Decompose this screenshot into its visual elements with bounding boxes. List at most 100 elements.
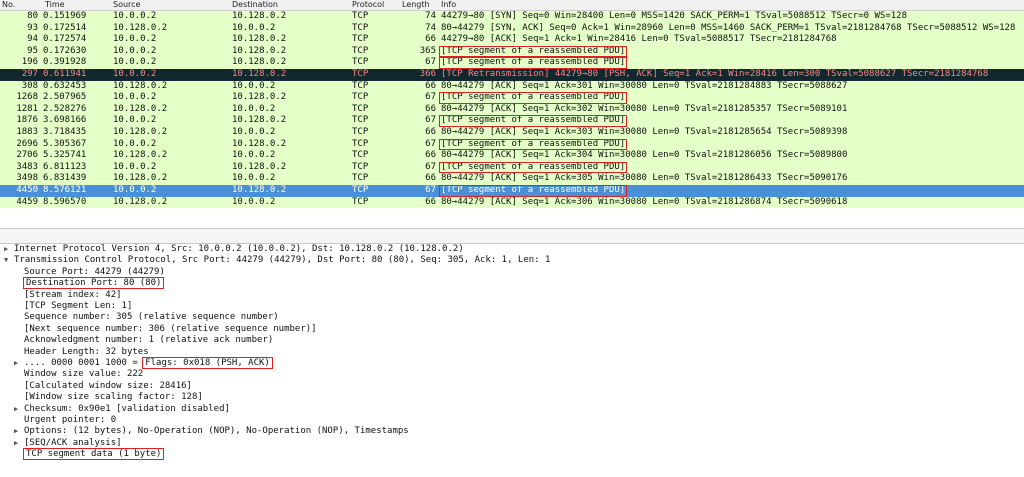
detail-text: Destination Port: 80 (80) xyxy=(22,277,165,290)
pane-divider[interactable] xyxy=(0,228,1024,244)
detail-text: Window size value: 222 xyxy=(24,369,144,380)
packet-destination: 10.0.0.2 xyxy=(232,80,276,91)
packet-row[interactable]: 3498 6.831439 10.128.0.2 10.0.0.2 TCP 66 80→44… xyxy=(0,173,1024,185)
packet-length: 67 xyxy=(425,115,436,126)
detail-text: [TCP Segment Len: 1] xyxy=(24,301,133,311)
collapsed-arrow-icon[interactable]: ▶ xyxy=(14,404,22,415)
detail-line[interactable]: ▶.... 0000 0001 1000 = Flags: 0x018 (PSH… xyxy=(14,357,273,369)
packet-source: 10.0.0.2 xyxy=(113,115,157,126)
detail-line[interactable]: TCP segment data (1 byte) xyxy=(14,448,165,461)
detail-line[interactable]: Sequence number: 305 (relative sequence … xyxy=(14,312,279,323)
detail-text: Sequence number: 305 (relative sequence … xyxy=(24,312,279,323)
collapsed-arrow-icon[interactable]: ▶ xyxy=(4,244,12,255)
packet-protocol: TCP xyxy=(352,196,369,207)
packet-row[interactable]: 2706 5.325741 10.128.0.2 10.0.0.2 TCP 66 80→44… xyxy=(0,150,1024,162)
detail-line[interactable]: Source Port: 44279 (44279) xyxy=(14,267,165,278)
column-header-no[interactable]: No. xyxy=(2,0,15,10)
detail-text: Checksum: 0x90e1 [validation disabled] xyxy=(24,403,230,414)
packet-protocol: TCP xyxy=(352,150,369,161)
detail-text: Header Length: 32 bytes xyxy=(24,346,149,357)
packet-source: 10.0.0.2 xyxy=(113,161,157,172)
packet-row[interactable]: 308 0.632453 10.128.0.2 10.0.0.2 TCP 66 80→442… xyxy=(0,80,1024,93)
packet-row[interactable]: 4459 8.596570 10.128.0.2 10.0.0.2 TCP 66 80→44… xyxy=(0,196,1024,209)
detail-line[interactable]: ▼ Transmission Control Protocol, Src Port… xyxy=(4,255,550,266)
packet-row[interactable]: 1883 3.718435 10.128.0.2 10.0.0.2 TCP 66 80→44… xyxy=(0,127,1024,139)
detail-line[interactable]: ▶ Internet Protocol Version 4, Src: 10.0.… xyxy=(4,244,464,255)
collapsed-arrow-icon[interactable]: ▶ xyxy=(14,358,22,369)
packet-row[interactable]: 80 0.151969 10.0.0.2 10.128.0.2 TCP 74 44279→8… xyxy=(0,11,1024,23)
detail-line[interactable]: [Stream index: 42] xyxy=(14,290,122,301)
packet-info: [TCP segment of a reassembled PDU] xyxy=(439,138,628,151)
detail-text: .... 0000 0001 1000 = Flags: 0x018 (PSH,… xyxy=(24,357,273,369)
packet-row[interactable]: 4450 8.576121 10.0.0.2 10.128.0.2 TCP 67 [TCP … xyxy=(0,185,1024,197)
detail-line[interactable]: ▶ Options: (12 bytes), No-Operation (NOP)… xyxy=(14,426,409,437)
packet-destination: 10.128.0.2 xyxy=(232,57,287,68)
detail-line[interactable]: [Window size scaling factor: 128] xyxy=(14,392,203,403)
detail-line[interactable]: Acknowledgment number: 1 (relative ack n… xyxy=(14,335,273,346)
packet-row[interactable]: 1268 2.507965 10.0.0.2 10.128.0.2 TCP 67 [TCP … xyxy=(0,92,1024,104)
column-header-info[interactable]: Info xyxy=(441,0,456,10)
column-header-destination[interactable]: Destination xyxy=(232,0,278,10)
packet-length: 66 xyxy=(425,103,436,114)
packet-info: 80→44279 [ACK] Seq=1 Ack=306 Win=30080 L… xyxy=(441,196,848,207)
packet-protocol: TCP xyxy=(352,22,369,33)
detail-line[interactable]: Urgent pointer: 0 xyxy=(14,415,116,426)
packet-protocol: TCP xyxy=(352,80,369,91)
packet-destination: 10.0.0.2 xyxy=(232,103,276,114)
packet-length: 66 xyxy=(425,127,436,137)
packet-info: [TCP segment of a reassembled PDU] xyxy=(439,185,628,197)
detail-text: Transmission Control Protocol, Src Port:… xyxy=(14,255,551,266)
packet-info: [TCP segment of a reassembled PDU] xyxy=(439,57,628,69)
packet-time: 0.632453 xyxy=(43,80,87,91)
packet-source: 10.128.0.2 xyxy=(113,22,168,33)
packet-no: 95 xyxy=(27,45,38,56)
packet-row[interactable]: 2696 5.305367 10.0.0.2 10.128.0.2 TCP 67 [TCP … xyxy=(0,138,1024,151)
packet-row[interactable]: 95 0.172630 10.0.0.2 10.128.0.2 TCP 365 [TCP s… xyxy=(0,45,1024,58)
packet-row[interactable]: 196 0.391928 10.0.0.2 10.128.0.2 TCP 67 [TCP s… xyxy=(0,57,1024,69)
packet-info: [TCP segment of a reassembled PDU] xyxy=(439,92,628,104)
packet-time: 3.718435 xyxy=(43,127,87,137)
packet-row[interactable]: 1876 3.698166 10.0.0.2 10.128.0.2 TCP 67 [TCP … xyxy=(0,115,1024,127)
detail-line[interactable]: [Next sequence number: 306 (relative seq… xyxy=(14,324,317,335)
packet-row[interactable]: 1281 2.528276 10.128.0.2 10.0.0.2 TCP 66 80→44… xyxy=(0,103,1024,116)
packet-no: 2696 xyxy=(16,138,38,149)
packet-info: 80→44279 [ACK] Seq=1 Ack=305 Win=30080 L… xyxy=(441,173,848,184)
detail-text: Urgent pointer: 0 xyxy=(24,415,117,425)
packet-row[interactable]: 94 0.172574 10.0.0.2 10.128.0.2 TCP 66 44279→8… xyxy=(0,34,1024,46)
packet-time: 6.811123 xyxy=(43,161,87,172)
packet-protocol: TCP xyxy=(352,11,369,21)
collapsed-arrow-icon[interactable]: ▶ xyxy=(14,438,22,449)
detail-line[interactable]: Header Length: 32 bytes xyxy=(14,347,149,358)
column-header-protocol[interactable]: Protocol xyxy=(352,0,384,10)
flags-highlight: Flags: 0x018 (PSH, ACK) xyxy=(142,357,273,369)
packet-row[interactable]: 3483 6.811123 10.0.0.2 10.128.0.2 TCP 67 [TCP … xyxy=(0,161,1024,174)
packet-row[interactable]: 297 0.611941 10.0.0.2 10.128.0.2 TCP 366 [TCP … xyxy=(0,69,1024,81)
detail-line[interactable]: ▶ Checksum: 0x90e1 [validation disabled] xyxy=(14,404,230,415)
packet-length: 66 xyxy=(425,150,436,161)
packet-length: 67 xyxy=(425,185,436,195)
packet-info: 80→44279 [ACK] Seq=1 Ack=304 Win=30080 L… xyxy=(441,150,848,161)
packet-source: 10.0.0.2 xyxy=(113,69,157,79)
detail-line[interactable]: [TCP Segment Len: 1] xyxy=(14,301,132,312)
detail-line[interactable]: [Calculated window size: 28416] xyxy=(14,381,192,392)
packet-source: 10.128.0.2 xyxy=(113,150,168,161)
packet-info: [TCP segment of a reassembled PDU] xyxy=(439,45,628,58)
column-header-time[interactable]: Time xyxy=(45,0,65,10)
packet-protocol: TCP xyxy=(352,127,369,137)
packet-destination: 10.128.0.2 xyxy=(232,115,287,126)
column-header-source[interactable]: Source xyxy=(113,0,140,10)
packet-row[interactable]: 93 0.172514 10.128.0.2 10.0.0.2 TCP 74 80→4427… xyxy=(0,22,1024,35)
detail-line[interactable]: ▶ [SEQ/ACK analysis] xyxy=(14,438,122,449)
expanded-arrow-icon[interactable]: ▼ xyxy=(4,255,12,266)
detail-text: [Stream index: 42] xyxy=(24,289,122,300)
packet-time: 6.831439 xyxy=(43,173,87,184)
packet-protocol: TCP xyxy=(352,185,369,195)
detail-text: [SEQ/ACK analysis] xyxy=(24,437,122,448)
packet-length: 365 xyxy=(419,45,436,56)
detail-line[interactable]: Destination Port: 80 (80) xyxy=(14,277,165,290)
detail-line[interactable]: Window size value: 222 xyxy=(14,369,143,380)
detail-text: Internet Protocol Version 4, Src: 10.0.0… xyxy=(14,244,464,254)
collapsed-arrow-icon[interactable]: ▶ xyxy=(14,426,22,437)
detail-text: Options: (12 bytes), No-Operation (NOP),… xyxy=(24,426,409,437)
column-header-length[interactable]: Length xyxy=(402,0,430,10)
